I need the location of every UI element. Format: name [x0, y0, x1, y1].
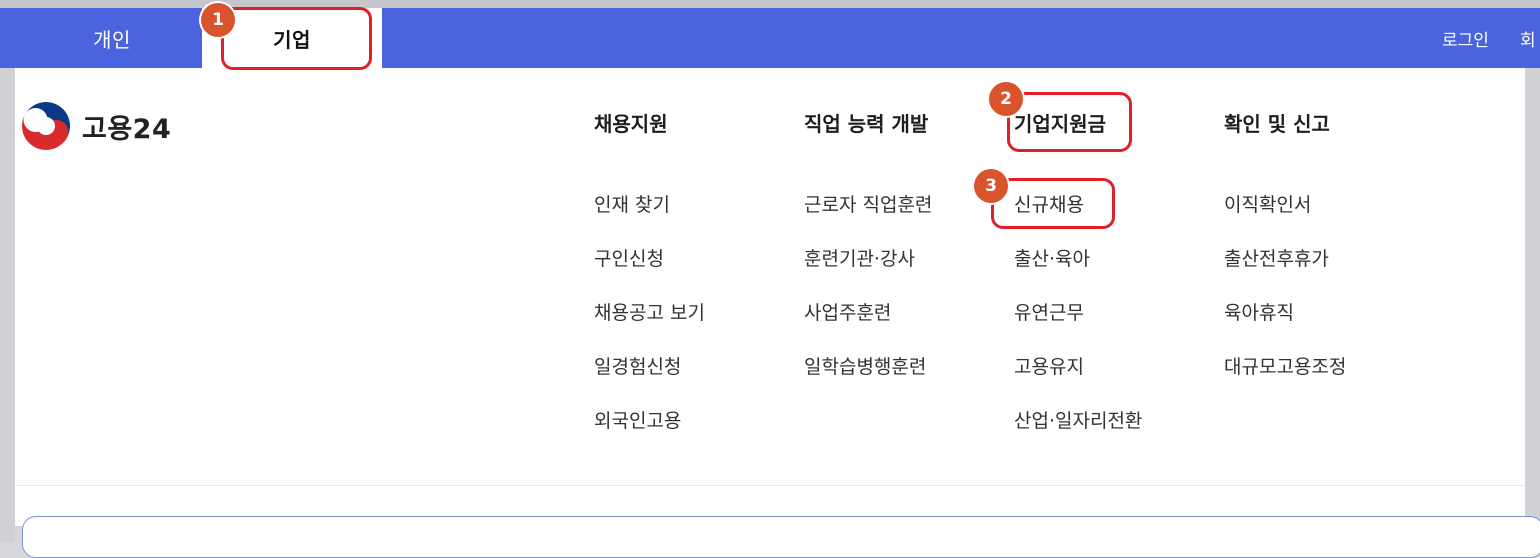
backdrop-shade-right [1525, 8, 1540, 542]
menu-item-job-request[interactable]: 구인신청 [594, 245, 705, 299]
menu-header-recruitment[interactable]: 채용지원 [594, 110, 705, 138]
highlight-box-2 [1007, 92, 1132, 152]
login-link[interactable]: 로그인 [1442, 26, 1489, 51]
content-card [22, 516, 1540, 558]
menu-item-training-institutes[interactable]: 훈련기관·강사 [804, 245, 932, 299]
menu-item-employer-training[interactable]: 사업주훈련 [804, 299, 932, 353]
menu-header-skills[interactable]: 직업 능력 개발 [804, 110, 932, 138]
menu-item-flexible-work[interactable]: 유연근무 [1014, 299, 1142, 353]
step-badge-1: 1 [201, 3, 235, 37]
site-logo[interactable]: 고용24 [21, 101, 171, 151]
menu-item-work-experience[interactable]: 일경험신청 [594, 353, 705, 407]
step-badge-2: 2 [989, 82, 1023, 116]
menu-item-parental-leave[interactable]: 육아휴직 [1224, 299, 1346, 353]
highlight-box-3 [991, 178, 1115, 229]
menu-item-employment-retention[interactable]: 고용유지 [1014, 353, 1142, 407]
menu-column-recruitment: 채용지원 인재 찾기 구인신청 채용공고 보기 일경험신청 외국인고용 [594, 110, 705, 461]
step-badge-3: 3 [974, 169, 1008, 203]
signup-link[interactable]: 회 [1520, 26, 1536, 51]
menu-item-childcare[interactable]: 출산·육아 [1014, 245, 1142, 299]
menu-item-worker-training[interactable]: 근로자 직업훈련 [804, 191, 932, 245]
menu-header-reports[interactable]: 확인 및 신고 [1224, 110, 1346, 138]
highlight-box-1 [221, 7, 372, 70]
logo-text: 고용24 [82, 113, 172, 145]
panel-divider [15, 485, 1525, 486]
menu-item-industry-transition[interactable]: 산업·일자리전환 [1014, 407, 1142, 461]
menu-item-work-study[interactable]: 일학습병행훈련 [804, 353, 932, 407]
menu-item-large-scale-adjustment[interactable]: 대규모고용조정 [1224, 353, 1346, 407]
menu-column-skills: 직업 능력 개발 근로자 직업훈련 훈련기관·강사 사업주훈련 일학습병행훈련 [804, 110, 932, 407]
backdrop-shade-left [0, 8, 15, 542]
tab-personal[interactable]: 개인 [22, 8, 202, 68]
menu-item-separation-certificate[interactable]: 이직확인서 [1224, 191, 1346, 245]
menu-column-subsidies: 기업지원금 신규채용 출산·육아 유연근무 고용유지 산업·일자리전환 [1014, 110, 1142, 461]
menu-item-find-talent[interactable]: 인재 찾기 [594, 191, 705, 245]
menu-item-view-postings[interactable]: 채용공고 보기 [594, 299, 705, 353]
menu-column-reports: 확인 및 신고 이직확인서 출산전후휴가 육아휴직 대규모고용조정 [1224, 110, 1346, 407]
menu-item-foreign-hire[interactable]: 외국인고용 [594, 407, 705, 461]
menu-item-maternity-leave[interactable]: 출산전후휴가 [1224, 245, 1346, 299]
taegeuk-logo-icon [22, 102, 70, 150]
